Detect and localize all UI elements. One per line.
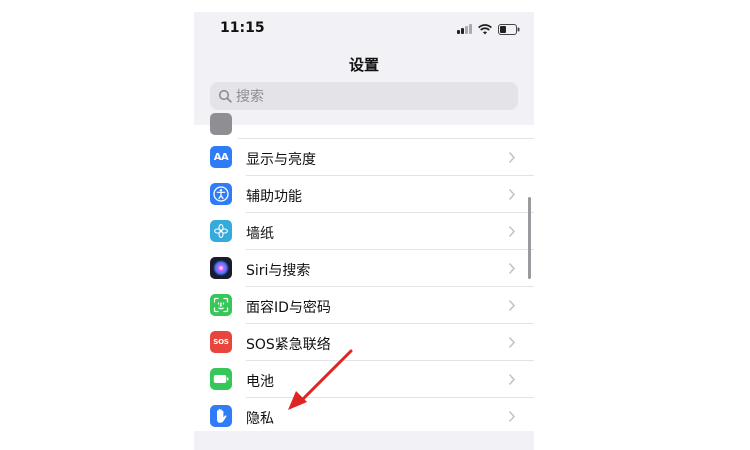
face-id-icon	[210, 294, 232, 316]
battery-settings-icon	[210, 368, 232, 390]
display-brightness-icon: AA	[210, 146, 232, 168]
settings-item-label: Siri与搜索	[246, 263, 311, 279]
search-input[interactable]: 搜索	[210, 82, 518, 110]
settings-item-display-brightness[interactable]: AA 显示与亮度	[194, 139, 534, 176]
settings-item-accessibility[interactable]: 辅助功能	[194, 176, 534, 213]
chevron-right-icon	[508, 262, 516, 275]
privacy-hand-icon	[210, 405, 232, 427]
chevron-right-icon	[508, 225, 516, 238]
chevron-right-icon	[508, 410, 516, 423]
settings-item-label: 辅助功能	[246, 189, 302, 205]
accessibility-icon	[210, 183, 232, 205]
settings-item-label: 隐私	[246, 411, 274, 427]
settings-item-wallpaper[interactable]: 墙纸	[194, 213, 534, 250]
page-title: 设置	[348, 56, 379, 74]
phone-screen: 11:15 设置 搜索 AA 显示与亮度 辅助功能 墙纸 Siri与搜索 面容I…	[194, 12, 534, 450]
settings-item-label: SOS紧急联络	[246, 337, 331, 353]
status-time: 11:15	[220, 20, 265, 36]
settings-item-privacy[interactable]: 隐私	[194, 398, 534, 435]
settings-item-label: 电池	[246, 374, 274, 390]
scroll-indicator[interactable]	[528, 197, 531, 279]
battery-status-icon	[498, 23, 520, 35]
status-icons	[457, 23, 520, 35]
settings-item-face-id-passcode[interactable]: 面容ID与密码	[194, 287, 534, 324]
cellular-signal-icon	[457, 24, 472, 34]
chevron-right-icon	[508, 373, 516, 386]
siri-icon	[210, 257, 232, 279]
search-placeholder: 搜索	[236, 89, 264, 105]
chevron-right-icon	[508, 336, 516, 349]
sos-icon: SOS	[210, 331, 232, 353]
settings-item-label: 墙纸	[246, 226, 274, 242]
settings-list: AA 显示与亮度 辅助功能 墙纸 Siri与搜索 面容ID与密码 SOS SOS…	[194, 113, 534, 431]
wifi-icon	[478, 23, 492, 35]
settings-item-siri-search[interactable]: Siri与搜索	[194, 250, 534, 287]
search-icon	[218, 89, 232, 103]
list-item-partial[interactable]	[194, 113, 534, 139]
status-bar: 11:15	[194, 12, 534, 46]
settings-item-battery[interactable]: 电池	[194, 361, 534, 398]
chevron-right-icon	[508, 151, 516, 164]
settings-item-emergency-sos[interactable]: SOS SOS紧急联络	[194, 324, 534, 361]
screenshot-canvas: 11:15 设置 搜索 AA 显示与亮度 辅助功能 墙纸 Siri与搜索 面容I…	[0, 0, 750, 450]
chevron-right-icon	[508, 299, 516, 312]
wallpaper-icon	[210, 220, 232, 242]
settings-item-label: 显示与亮度	[246, 152, 316, 168]
chevron-right-icon	[508, 188, 516, 201]
partial-item-icon	[210, 113, 232, 135]
settings-item-label: 面容ID与密码	[246, 300, 331, 316]
